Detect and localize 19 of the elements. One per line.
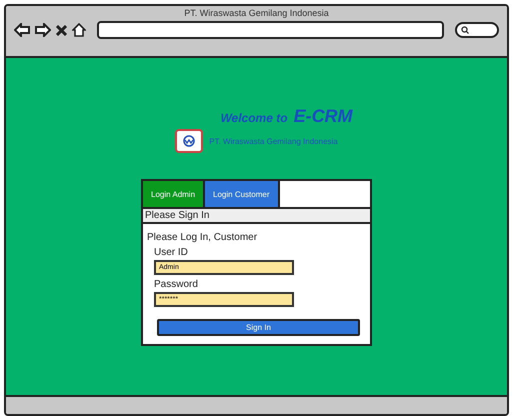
- welcome-text: Welcome to: [220, 111, 288, 125]
- panel-title: Please Sign In: [143, 209, 370, 224]
- login-tab[interactable]: Login Admin: [143, 181, 206, 207]
- field-label: User ID: [154, 247, 189, 258]
- window-title: PT. Wiraswasta Gemilang Indonesia: [184, 8, 329, 18]
- home-icon[interactable]: [72, 23, 86, 37]
- back-icon[interactable]: [14, 23, 30, 37]
- login-prompt: Please Log In, Customer: [147, 232, 258, 243]
- close-icon[interactable]: [56, 24, 67, 36]
- forward-icon[interactable]: [35, 23, 51, 37]
- address-field[interactable]: [97, 21, 444, 39]
- login-tab[interactable]: Login Customer: [205, 181, 280, 207]
- field-label: Password: [154, 279, 199, 290]
- sign-in-button[interactable]: Sign In: [157, 319, 360, 336]
- search-icon: [461, 26, 469, 34]
- brand-title: E-CRM: [294, 106, 353, 127]
- company-subtitle: PT. Wiraswasta Gemilang Indonesia: [209, 136, 338, 146]
- search-field[interactable]: [455, 22, 499, 38]
- logo-icon: [175, 129, 204, 153]
